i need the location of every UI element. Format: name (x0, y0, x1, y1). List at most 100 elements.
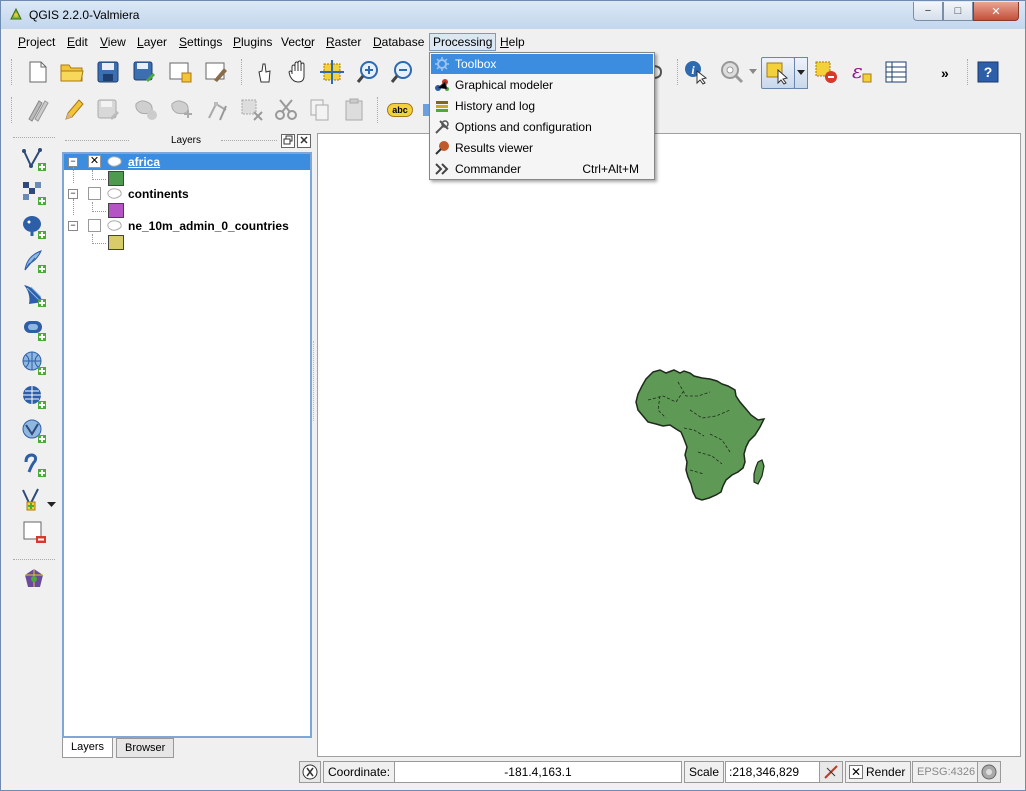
add-feature-icon[interactable] (133, 97, 159, 123)
collapse-icon[interactable]: − (68, 157, 78, 167)
tab-browser[interactable]: Browser (116, 738, 175, 758)
menu-vector[interactable]: Vector (278, 34, 318, 50)
toolbar-overflow-button[interactable]: » (941, 65, 949, 81)
plugin-toolbar-icon[interactable] (19, 565, 49, 593)
save-project-icon[interactable] (95, 59, 121, 85)
field-calculator-icon[interactable]: ε (847, 59, 873, 85)
add-wcs-layer-icon[interactable] (19, 383, 49, 411)
menu-database[interactable]: Database (370, 34, 427, 50)
save-as-icon[interactable] (131, 59, 157, 85)
stop-render-button[interactable] (819, 761, 843, 783)
help-icon[interactable]: ? (975, 59, 1001, 85)
minimize-button[interactable]: − (913, 2, 943, 21)
save-layer-edits-icon[interactable] (95, 97, 121, 123)
add-wfs-layer-icon[interactable] (19, 417, 49, 445)
layer-item-ne-10m-admin-0-countries[interactable]: − ne_10m_admin_0_countries (64, 218, 310, 234)
menu-processing[interactable]: Processing (429, 33, 497, 51)
status-bar: Coordinate: -181.4,163.1 Scale :218,346,… (1, 759, 1025, 785)
coordinate-field[interactable]: -181.4,163.1 (394, 761, 682, 783)
map-canvas[interactable] (317, 133, 1021, 757)
attribute-table-icon[interactable] (883, 59, 909, 85)
menu-project[interactable]: Project (15, 34, 58, 50)
menu-item-commander[interactable]: Commander Ctrl+Alt+M (431, 159, 653, 179)
layer-visibility-checkbox-continents[interactable] (88, 187, 101, 200)
menu-item-history-and-log[interactable]: History and log (431, 96, 653, 116)
menu-plugins[interactable]: Plugins (230, 34, 275, 50)
identify-features-icon[interactable]: i (683, 59, 709, 85)
select-by-expression-icon[interactable] (719, 59, 745, 85)
zoom-in-icon[interactable] (355, 59, 381, 85)
scale-field[interactable]: :218,346,829 (725, 761, 820, 783)
layers-panel: Layers − ✕ africa − continents − ne_10m_… (61, 133, 312, 758)
menu-item-results-viewer[interactable]: Results viewer (431, 138, 653, 158)
collapse-icon[interactable]: − (68, 189, 78, 199)
add-vector-layer-icon[interactable] (19, 145, 49, 173)
paste-features-icon[interactable] (341, 97, 367, 123)
remove-layer-icon[interactable] (19, 519, 49, 547)
add-postgis-layer-icon[interactable] (19, 213, 49, 241)
layer-item-africa[interactable]: − ✕ africa (64, 154, 310, 170)
copy-features-icon[interactable] (307, 97, 333, 123)
globe-icon (981, 764, 997, 780)
new-layer-dropdown-icon[interactable] (47, 497, 57, 507)
menu-edit[interactable]: Edit (64, 34, 91, 50)
layer-symbol-swatch[interactable] (108, 203, 124, 218)
current-edits-icon[interactable] (25, 97, 51, 123)
crs-status[interactable]: EPSG:4326 (912, 761, 981, 783)
menu-view[interactable]: View (97, 34, 129, 50)
layer-name: continents (128, 187, 189, 201)
layer-symbol-swatch[interactable] (108, 235, 124, 250)
maximize-button[interactable]: □ (943, 2, 973, 21)
new-project-icon[interactable] (25, 59, 51, 85)
close-panel-icon[interactable] (297, 134, 311, 148)
layer-visibility-checkbox-countries[interactable] (88, 219, 101, 232)
new-vector-layer-icon[interactable] (19, 485, 49, 513)
label-tool-icon[interactable]: abc (387, 97, 413, 123)
deselect-features-icon[interactable] (813, 59, 839, 85)
render-checkbox[interactable]: ✕ (849, 765, 863, 779)
tab-layers[interactable]: Layers (62, 738, 114, 758)
move-feature-icon[interactable] (169, 97, 195, 123)
add-raster-layer-icon[interactable] (19, 179, 49, 207)
menu-item-graphical-modeler[interactable]: Graphical modeler (431, 75, 653, 95)
menu-item-toolbox[interactable]: Toolbox (431, 54, 653, 74)
wrench-icon (434, 119, 450, 135)
chevron-down-icon[interactable] (747, 65, 759, 79)
menu-help[interactable]: Help (497, 34, 528, 50)
new-print-composer-icon[interactable] (167, 59, 193, 85)
select-features-button[interactable] (761, 57, 795, 89)
zoom-out-icon[interactable] (389, 59, 415, 85)
select-dropdown-chevron-icon[interactable] (794, 57, 808, 89)
pan-to-selection-icon[interactable] (319, 59, 345, 85)
close-button[interactable]: ✕ (973, 2, 1019, 21)
menu-raster[interactable]: Raster (323, 34, 364, 50)
toggle-editing-icon[interactable] (61, 97, 87, 123)
projection-button[interactable] (977, 761, 1001, 783)
render-toggle[interactable]: ✕ Render (845, 761, 911, 783)
menu-item-options-and-configuration[interactable]: Options and configuration (431, 117, 653, 137)
messages-button[interactable] (299, 761, 321, 783)
touch-zoom-icon[interactable] (251, 59, 277, 85)
layer-item-continents[interactable]: − continents (64, 186, 310, 202)
layer-visibility-checkbox-africa[interactable]: ✕ (88, 155, 101, 168)
node-tool-icon[interactable] (205, 97, 231, 123)
composer-manager-icon[interactable] (203, 59, 229, 85)
svg-text:?: ? (984, 64, 993, 80)
add-oracle-layer-icon[interactable] (19, 315, 49, 343)
add-mssql-layer-icon[interactable] (19, 281, 49, 309)
message-log-icon (302, 764, 318, 780)
add-spatialite-layer-icon[interactable] (19, 247, 49, 275)
collapse-icon[interactable]: − (68, 221, 78, 231)
menu-settings[interactable]: Settings (176, 34, 225, 50)
delete-selected-icon[interactable] (239, 97, 265, 123)
menu-layer[interactable]: Layer (134, 34, 170, 50)
layer-tree: − ✕ africa − continents − ne_10m_admin_0… (62, 152, 312, 738)
layer-symbol-swatch[interactable] (108, 171, 124, 186)
add-wms-layer-icon[interactable] (19, 349, 49, 377)
panel-splitter[interactable] (313, 341, 314, 421)
cut-features-icon[interactable] (273, 97, 299, 123)
add-delimited-text-layer-icon[interactable] (19, 451, 49, 479)
undock-panel-icon[interactable] (281, 134, 295, 148)
pan-map-icon[interactable] (285, 59, 311, 85)
open-project-icon[interactable] (59, 59, 85, 85)
